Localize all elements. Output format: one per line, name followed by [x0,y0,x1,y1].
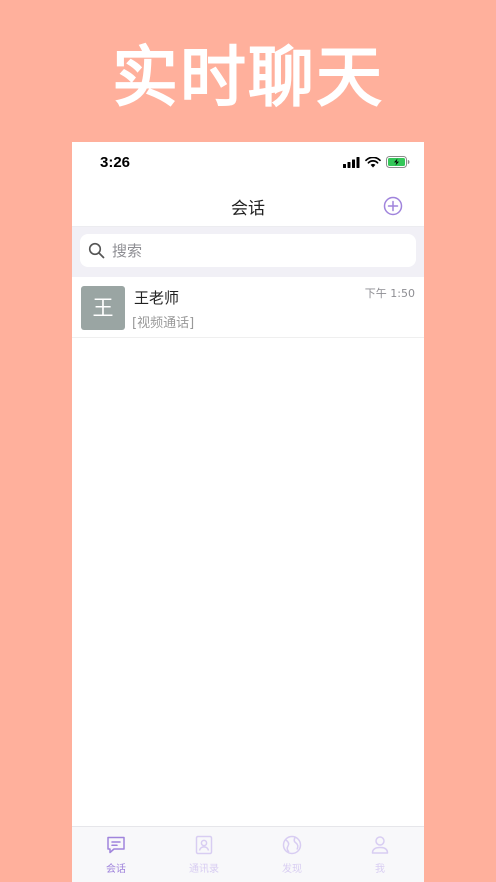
promo-title: 实时聊天 [112,39,384,116]
avatar: 王 [81,286,125,330]
search-input[interactable] [108,234,416,267]
conversation-preview: [视频通话] [132,316,195,331]
conversation-name: 王老师 [134,289,180,307]
tab-label: 发现 [282,864,302,875]
nav-title: 会话 [231,199,265,219]
person-icon [371,836,389,854]
search-icon [88,242,105,259]
conversation-time: 下午 1:50 [364,287,415,300]
tab-me[interactable]: 我 [336,827,424,882]
phone-screen: 3:26 会话 搜索 王 王老师 下午 1:50 [视频通话] 会话 通讯录 发… [72,142,424,882]
tab-label: 会话 [106,864,126,875]
search-bar-container [72,227,424,277]
tab-bar: 会话 通讯录 发现 我 [72,826,424,882]
tab-discover[interactable]: 发现 [248,827,336,882]
tab-contacts[interactable]: 通讯录 [160,827,248,882]
conversation-item[interactable]: 王 王老师 下午 1:50 [视频通话] [72,277,424,338]
nav-bar: 会话 [72,186,424,227]
conversation-list: 王 王老师 下午 1:50 [视频通话] [72,277,424,338]
tab-label: 我 [375,864,385,875]
tab-label: 通讯录 [189,864,219,875]
search-box[interactable] [80,234,416,267]
tab-conversations[interactable]: 会话 [72,827,160,882]
add-button[interactable] [382,195,404,217]
status-time: 3:26 [100,154,131,171]
signal-icon [343,156,360,168]
status-icons [343,156,410,168]
status-bar: 3:26 [72,142,424,186]
contacts-icon [195,835,213,855]
chat-bubble-icon [107,836,125,854]
globe-icon [282,835,302,855]
battery-icon [386,156,410,168]
wifi-icon [365,156,381,167]
